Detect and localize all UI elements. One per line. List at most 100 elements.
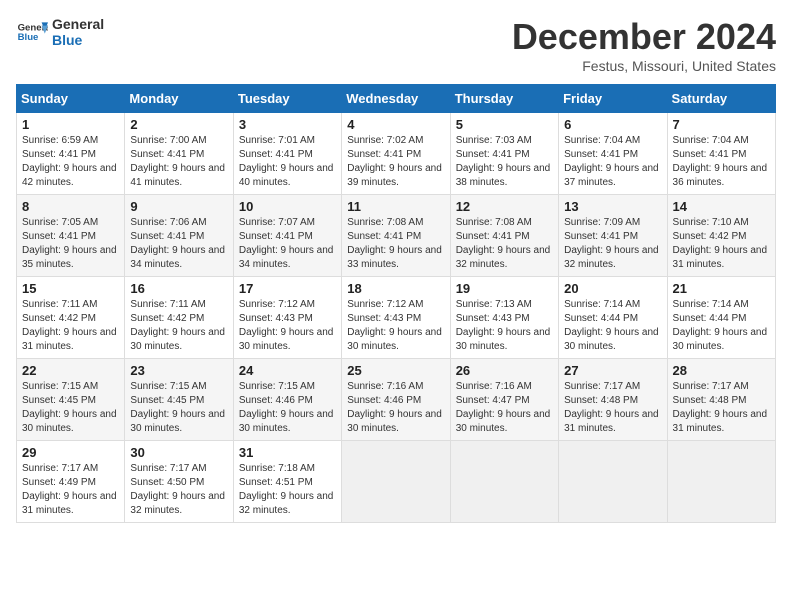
day-number: 11	[347, 199, 444, 214]
day-number: 3	[239, 117, 336, 132]
header: General Blue General Blue December 2024 …	[16, 16, 776, 74]
weekday-header-thursday: Thursday	[450, 85, 558, 113]
logo-text-general: General	[52, 16, 104, 32]
day-cell-3: 3 Sunrise: 7:01 AMSunset: 4:41 PMDaylight…	[233, 113, 341, 195]
day-cell-21: 21 Sunrise: 7:14 AMSunset: 4:44 PMDayligh…	[667, 277, 775, 359]
day-cell-8: 8 Sunrise: 7:05 AMSunset: 4:41 PMDaylight…	[17, 195, 125, 277]
day-cell-4: 4 Sunrise: 7:02 AMSunset: 4:41 PMDaylight…	[342, 113, 450, 195]
weekday-header-wednesday: Wednesday	[342, 85, 450, 113]
day-number: 6	[564, 117, 661, 132]
day-cell-13: 13 Sunrise: 7:09 AMSunset: 4:41 PMDayligh…	[559, 195, 667, 277]
day-number: 2	[130, 117, 227, 132]
day-number: 9	[130, 199, 227, 214]
day-number: 12	[456, 199, 553, 214]
day-number: 5	[456, 117, 553, 132]
week-row-3: 15Sunrise: 7:11 AMSunset: 4:42 PMDayligh…	[17, 277, 776, 359]
weekday-header-sunday: Sunday	[17, 85, 125, 113]
day-number: 29	[22, 445, 119, 460]
day-cell-6: 6Sunrise: 7:04 AMSunset: 4:41 PMDaylight…	[559, 113, 667, 195]
day-cell-15: 15Sunrise: 7:11 AMSunset: 4:42 PMDayligh…	[17, 277, 125, 359]
day-info: Sunrise: 7:00 AMSunset: 4:41 PMDaylight:…	[130, 134, 227, 190]
day-info: Sunrise: 7:12 AMSunset: 4:43 PMDaylight:…	[347, 298, 444, 354]
day-number: 31	[239, 445, 336, 460]
day-number: 4	[347, 117, 444, 132]
day-info: Sunrise: 7:02 AMSunset: 4:41 PMDaylight:…	[347, 134, 444, 190]
empty-cell	[559, 441, 667, 523]
day-cell-29: 29Sunrise: 7:17 AMSunset: 4:49 PMDayligh…	[17, 441, 125, 523]
day-cell-25: 25 Sunrise: 7:16 AMSunset: 4:46 PMDayligh…	[342, 359, 450, 441]
day-cell-18: 18 Sunrise: 7:12 AMSunset: 4:43 PMDayligh…	[342, 277, 450, 359]
day-info: Sunrise: 7:16 AMSunset: 4:46 PMDaylight:…	[347, 380, 444, 436]
day-info: Sunrise: 7:10 AMSunset: 4:42 PMDaylight:…	[673, 216, 770, 272]
logo-text-blue: Blue	[52, 32, 104, 48]
day-info: Sunrise: 7:03 AMSunset: 4:41 PMDaylight:…	[456, 134, 553, 190]
day-number: 28	[673, 363, 770, 378]
week-row-2: 8 Sunrise: 7:05 AMSunset: 4:41 PMDaylight…	[17, 195, 776, 277]
day-info: Sunrise: 7:15 AMSunset: 4:45 PMDaylight:…	[22, 380, 119, 436]
day-cell-12: 12Sunrise: 7:08 AMSunset: 4:41 PMDayligh…	[450, 195, 558, 277]
calendar-title: December 2024	[512, 16, 776, 58]
day-info: Sunrise: 7:05 AMSunset: 4:41 PMDaylight:…	[22, 216, 119, 272]
day-info: Sunrise: 7:14 AMSunset: 4:44 PMDaylight:…	[673, 298, 770, 354]
day-number: 14	[673, 199, 770, 214]
week-row-4: 22Sunrise: 7:15 AMSunset: 4:45 PMDayligh…	[17, 359, 776, 441]
day-cell-5: 5 Sunrise: 7:03 AMSunset: 4:41 PMDaylight…	[450, 113, 558, 195]
day-info: Sunrise: 7:11 AMSunset: 4:42 PMDaylight:…	[22, 298, 119, 354]
day-cell-16: 16Sunrise: 7:11 AMSunset: 4:42 PMDayligh…	[125, 277, 233, 359]
day-cell-11: 11 Sunrise: 7:08 AMSunset: 4:41 PMDayligh…	[342, 195, 450, 277]
day-info: Sunrise: 7:12 AMSunset: 4:43 PMDaylight:…	[239, 298, 336, 354]
logo-icon: General Blue	[16, 16, 48, 48]
day-number: 24	[239, 363, 336, 378]
day-info: Sunrise: 7:17 AMSunset: 4:48 PMDaylight:…	[673, 380, 770, 436]
day-info: Sunrise: 7:04 AMSunset: 4:41 PMDaylight:…	[673, 134, 770, 190]
day-cell-14: 14 Sunrise: 7:10 AMSunset: 4:42 PMDayligh…	[667, 195, 775, 277]
day-number: 17	[239, 281, 336, 296]
logo: General Blue General Blue	[16, 16, 104, 48]
calendar-table: SundayMondayTuesdayWednesdayThursdayFrid…	[16, 84, 776, 523]
weekday-header-saturday: Saturday	[667, 85, 775, 113]
day-cell-26: 26 Sunrise: 7:16 AMSunset: 4:47 PMDayligh…	[450, 359, 558, 441]
day-cell-2: 2 Sunrise: 7:00 AMSunset: 4:41 PMDaylight…	[125, 113, 233, 195]
day-cell-7: 7 Sunrise: 7:04 AMSunset: 4:41 PMDaylight…	[667, 113, 775, 195]
day-number: 23	[130, 363, 227, 378]
day-number: 7	[673, 117, 770, 132]
day-number: 16	[130, 281, 227, 296]
day-info: Sunrise: 7:06 AMSunset: 4:41 PMDaylight:…	[130, 216, 227, 272]
day-info: Sunrise: 7:14 AMSunset: 4:44 PMDaylight:…	[564, 298, 661, 354]
empty-cell	[342, 441, 450, 523]
day-info: Sunrise: 7:13 AMSunset: 4:43 PMDaylight:…	[456, 298, 553, 354]
empty-cell	[667, 441, 775, 523]
day-number: 26	[456, 363, 553, 378]
day-cell-19: 19 Sunrise: 7:13 AMSunset: 4:43 PMDayligh…	[450, 277, 558, 359]
day-number: 25	[347, 363, 444, 378]
svg-text:Blue: Blue	[18, 32, 39, 43]
weekday-header-tuesday: Tuesday	[233, 85, 341, 113]
day-info: Sunrise: 7:16 AMSunset: 4:47 PMDaylight:…	[456, 380, 553, 436]
weekday-header-row: SundayMondayTuesdayWednesdayThursdayFrid…	[17, 85, 776, 113]
day-cell-17: 17 Sunrise: 7:12 AMSunset: 4:43 PMDayligh…	[233, 277, 341, 359]
day-info: Sunrise: 7:01 AMSunset: 4:41 PMDaylight:…	[239, 134, 336, 190]
day-cell-10: 10 Sunrise: 7:07 AMSunset: 4:41 PMDayligh…	[233, 195, 341, 277]
day-cell-23: 23Sunrise: 7:15 AMSunset: 4:45 PMDayligh…	[125, 359, 233, 441]
day-number: 21	[673, 281, 770, 296]
day-info: Sunrise: 7:08 AMSunset: 4:41 PMDaylight:…	[347, 216, 444, 272]
day-cell-27: 27 Sunrise: 7:17 AMSunset: 4:48 PMDayligh…	[559, 359, 667, 441]
day-number: 1	[22, 117, 119, 132]
day-number: 30	[130, 445, 227, 460]
day-number: 8	[22, 199, 119, 214]
day-number: 18	[347, 281, 444, 296]
day-number: 20	[564, 281, 661, 296]
day-info: Sunrise: 7:17 AMSunset: 4:50 PMDaylight:…	[130, 462, 227, 518]
day-info: Sunrise: 7:07 AMSunset: 4:41 PMDaylight:…	[239, 216, 336, 272]
day-cell-22: 22Sunrise: 7:15 AMSunset: 4:45 PMDayligh…	[17, 359, 125, 441]
day-info: Sunrise: 7:09 AMSunset: 4:41 PMDaylight:…	[564, 216, 661, 272]
day-cell-20: 20 Sunrise: 7:14 AMSunset: 4:44 PMDayligh…	[559, 277, 667, 359]
day-number: 13	[564, 199, 661, 214]
day-cell-24: 24Sunrise: 7:15 AMSunset: 4:46 PMDayligh…	[233, 359, 341, 441]
day-info: Sunrise: 7:17 AMSunset: 4:48 PMDaylight:…	[564, 380, 661, 436]
day-cell-1: 1Sunrise: 6:59 AMSunset: 4:41 PMDaylight…	[17, 113, 125, 195]
day-number: 19	[456, 281, 553, 296]
day-cell-28: 28 Sunrise: 7:17 AMSunset: 4:48 PMDayligh…	[667, 359, 775, 441]
day-number: 27	[564, 363, 661, 378]
day-number: 10	[239, 199, 336, 214]
